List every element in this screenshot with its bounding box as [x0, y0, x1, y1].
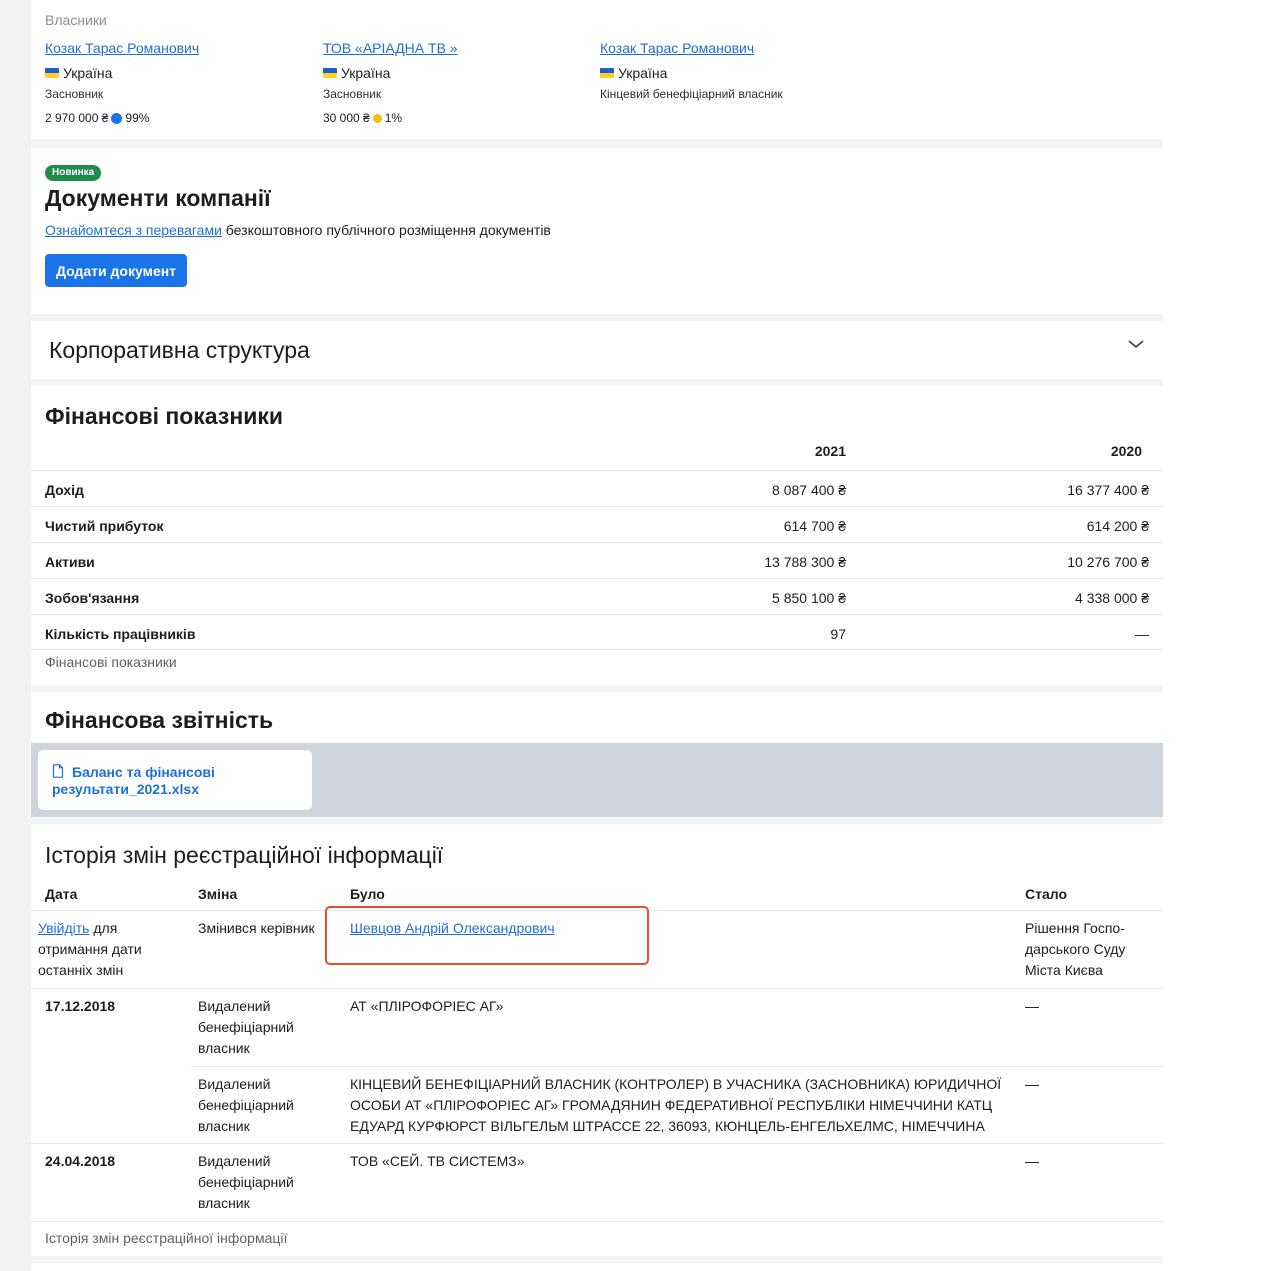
owner-2-link[interactable]: ТОВ «АРІАДНА ТВ » — [323, 40, 458, 56]
next-card-edge — [31, 1263, 1163, 1271]
owner-1-amount: 2 970 000 ₴ — [45, 111, 109, 125]
chevron-down-icon[interactable] — [1127, 335, 1145, 353]
owner-2-share: 30 000 ₴ 1% — [323, 111, 593, 125]
ukraine-flag-icon — [600, 68, 614, 78]
divider — [31, 1143, 1163, 1144]
documents-description: Ознайомтеся з перевагами безкоштовного п… — [45, 222, 551, 238]
column-date: Дата — [45, 886, 78, 902]
history-change: Видалений бенефіціарний власник — [198, 1076, 294, 1134]
value-2021: 614 700 ₴ — [783, 518, 846, 534]
owner-1-link[interactable]: Козак Тарас Романович — [45, 40, 199, 56]
corporate-structure-card[interactable]: Корпоративна структура — [31, 321, 1163, 379]
corporate-structure-title: Корпоративна структура — [49, 337, 310, 363]
owner-2-country-label: Україна — [341, 65, 391, 81]
owner-2-country: Україна — [323, 65, 593, 81]
owner-3-role: Кінцевий бенефіціарний власник — [600, 87, 783, 101]
financials-footer: Фінансові показники — [45, 654, 177, 670]
value-2020: 4 338 000 ₴ — [1075, 590, 1149, 606]
column-became: Стало — [1025, 886, 1068, 902]
divider — [191, 1066, 1163, 1067]
value-2020: 16 377 400 ₴ — [1067, 482, 1149, 498]
owner-1-country-label: Україна — [63, 65, 113, 81]
history-became: — — [1025, 1076, 1039, 1092]
history-change: Видалений бенефіціарний власник — [198, 998, 294, 1056]
history-was: ТОВ «СЕЙ. ТВ СИСТЕМЗ» — [350, 1153, 525, 1169]
table-row: Чистий прибуток 614 700 ₴ 614 200 ₴ — [31, 506, 1163, 542]
ukraine-flag-icon — [323, 68, 337, 78]
share-dot-icon — [372, 113, 382, 123]
history-became: Рішення Госпо-дарського Суду Міста Києва — [1025, 920, 1126, 978]
table-row: Зобов'язання 5 850 100 ₴ 4 338 000 ₴ — [31, 578, 1163, 614]
documents-text: безкоштовного публічного розміщення доку… — [221, 222, 551, 238]
login-link[interactable]: Увійдіть — [38, 920, 89, 936]
history-date: 17.12.2018 — [45, 998, 116, 1014]
owner-2: ТОВ «АРІАДНА ТВ » Україна Засновник 30 0… — [323, 40, 593, 125]
financials-title: Фінансові показники — [45, 403, 283, 429]
history-date: 24.04.2018 — [45, 1153, 116, 1169]
history-was: Шевцов Андрій Олександрович — [350, 918, 1000, 939]
owners-card: Власники Козак Тарас Романович Україна З… — [31, 0, 1163, 139]
value-2021: 5 850 100 ₴ — [772, 590, 846, 606]
owner-2-percent: 1% — [384, 111, 403, 125]
share-dot-icon — [111, 112, 123, 124]
financials-card: Фінансові показники 2021 2020 Дохід 8 08… — [31, 386, 1163, 685]
value-2021: 13 788 300 ₴ — [764, 554, 846, 570]
table-row: Кількість працівників 97 — — [31, 614, 1163, 650]
owners-title: Власники — [45, 12, 107, 28]
history-title: Історія змін реєстраційної інформації — [45, 842, 444, 868]
owner-3-country: Україна — [600, 65, 900, 81]
documents-card: Новинка Документи компанії Ознайомтеся з… — [31, 148, 1163, 314]
year-header-2021: 2021 — [814, 443, 846, 459]
owner-3-link[interactable]: Козак Тарас Романович — [600, 40, 754, 56]
owner-1-percent: 99% — [125, 111, 150, 125]
director-link[interactable]: Шевцов Андрій Олександрович — [350, 920, 555, 936]
history-became: — — [1025, 1153, 1039, 1169]
table-row: Дохід 8 087 400 ₴ 16 377 400 ₴ — [31, 470, 1163, 506]
year-header-2020: 2020 — [1110, 443, 1142, 459]
history-footer: Історія змін реєстраційної інформації — [45, 1230, 288, 1246]
history-was: АТ «ПЛІРОФОРІЕС АГ» — [350, 998, 504, 1014]
owner-1-share: 2 970 000 ₴ 99% — [45, 111, 315, 125]
report-file-link[interactable]: Баланс та фінансові результати_2021.xlsx — [52, 764, 302, 798]
history-was: КІНЦЕВИЙ БЕНЕФІЦІАРНИЙ ВЛАСНИК (КОНТРОЛЕ… — [350, 1076, 1002, 1134]
column-change: Зміна — [198, 886, 238, 902]
table-row: Активи 13 788 300 ₴ 10 276 700 ₴ — [31, 542, 1163, 578]
value-2021: 8 087 400 ₴ — [772, 482, 846, 498]
owner-1: Козак Тарас Романович Україна Засновник … — [45, 40, 315, 125]
owner-3: Козак Тарас Романович Україна Кінцевий б… — [600, 40, 900, 101]
value-2020: 10 276 700 ₴ — [1067, 554, 1149, 570]
history-became: — — [1025, 998, 1039, 1014]
owner-1-country: Україна — [45, 65, 315, 81]
benefits-link[interactable]: Ознайомтеся з перевагами — [45, 222, 222, 238]
value-2021: 97 — [830, 626, 846, 642]
row-label: Дохід — [45, 482, 84, 498]
reports-list: Баланс та фінансові результати_2021.xlsx — [31, 743, 1163, 817]
ukraine-flag-icon — [45, 68, 59, 78]
reports-title: Фінансова звітність — [45, 707, 274, 733]
divider — [31, 988, 1163, 989]
value-2020: — — [1135, 626, 1149, 642]
owner-2-role: Засновник — [323, 87, 382, 101]
history-date-cell: Увійдіть для отримання дати останніх змі… — [38, 918, 178, 981]
column-was: Було — [350, 886, 385, 902]
owner-2-amount: 30 000 ₴ — [323, 111, 370, 125]
row-label: Чистий прибуток — [45, 518, 164, 534]
history-change: Видалений бенефіціарний власник — [198, 1153, 294, 1211]
report-file-card[interactable]: Баланс та фінансові результати_2021.xlsx — [38, 750, 312, 810]
page-right-margin — [1163, 0, 1280, 1271]
divider — [31, 910, 1163, 911]
add-document-button[interactable]: Додати документ — [45, 254, 188, 287]
row-label: Зобов'язання — [45, 590, 140, 606]
documents-title: Документи компанії — [45, 185, 271, 211]
row-label: Кількість працівників — [45, 626, 196, 642]
divider — [31, 1221, 1163, 1222]
row-label: Активи — [45, 554, 95, 570]
history-card: Історія змін реєстраційної інформації Да… — [31, 824, 1163, 1256]
owner-3-country-label: Україна — [618, 65, 668, 81]
new-badge: Новинка — [45, 165, 102, 181]
owner-1-role: Засновник — [45, 87, 104, 101]
history-change: Змінився керівник — [198, 920, 315, 936]
reports-card: Фінансова звітність Баланс та фінансові … — [31, 692, 1163, 817]
value-2020: 614 200 ₴ — [1086, 518, 1149, 534]
